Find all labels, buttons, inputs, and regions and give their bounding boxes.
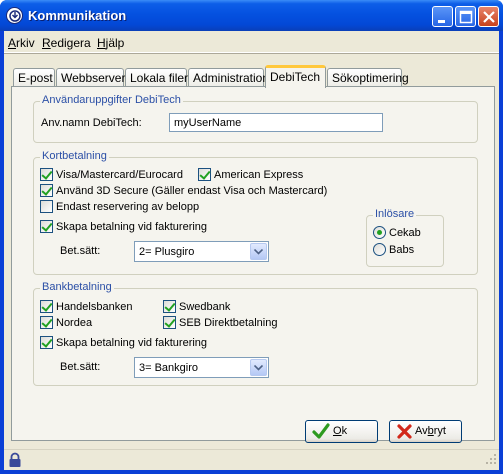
handelsbanken-label: Handelsbanken	[56, 301, 133, 313]
application-window: Kommunikation Arkiv Redigera Hjälp E-pos…	[0, 0, 503, 474]
username-input[interactable]: myUserName	[169, 113, 383, 132]
user-group-title: Användaruppgifter DebiTech	[40, 94, 183, 106]
close-icon	[483, 11, 495, 23]
babs-label: Babs	[389, 244, 415, 256]
menu-bar: Arkiv Redigera Hjälp	[4, 31, 499, 53]
chevron-down-icon[interactable]	[250, 243, 267, 260]
reserve-label: Endast reservering av belopp	[56, 201, 200, 213]
nordea-checkbox[interactable]	[40, 316, 53, 329]
visa-checkbox[interactable]	[40, 168, 53, 181]
acquirer-title: Inlösare	[373, 208, 417, 220]
tab-lokala-filer[interactable]: Lokala filer	[125, 68, 188, 88]
seb-checkbox[interactable]	[163, 316, 176, 329]
user-groupbox: Användaruppgifter DebiTech Anv.namn Debi…	[33, 94, 478, 143]
swedbank-checkbox[interactable]	[163, 300, 176, 313]
menu-arkiv[interactable]: Arkiv	[8, 36, 35, 50]
window-client-area: Arkiv Redigera Hjälp E-post Webbserver L…	[4, 31, 499, 470]
tab-e-post[interactable]: E-post	[13, 68, 55, 88]
lock-icon	[8, 452, 22, 471]
card-method-value: 2= Plusgiro	[139, 246, 195, 258]
visa-label: Visa/Mastercard/Eurocard	[56, 169, 183, 181]
cross-icon	[396, 423, 413, 443]
bank-create-payment-checkbox[interactable]	[40, 336, 53, 349]
tab-webbserver[interactable]: Webbserver	[56, 68, 125, 88]
close-button[interactable]	[478, 6, 499, 27]
menu-redigera[interactable]: Redigera	[42, 36, 91, 50]
bank-method-value: 3= Bankgiro	[139, 362, 199, 374]
minimize-icon	[438, 20, 445, 23]
reserve-checkbox[interactable]	[40, 200, 53, 213]
cancel-label: Avbryt	[415, 425, 446, 437]
minimize-button[interactable]	[432, 6, 453, 27]
card-payment-groupbox: Kortbetalning Visa/Mastercard/Eurocard A…	[33, 150, 478, 275]
window-title: Kommunikation	[28, 8, 127, 23]
secure3d-label: Använd 3D Secure (Gäller endast Visa och…	[56, 185, 328, 197]
bank-method-select[interactable]: 3= Bankgiro	[134, 357, 269, 378]
title-bar[interactable]: Kommunikation	[0, 0, 503, 31]
cancel-button[interactable]: Avbryt	[389, 420, 462, 443]
debitech-tab-panel: Användaruppgifter DebiTech Anv.namn Debi…	[11, 86, 495, 441]
card-payment-title: Kortbetalning	[40, 150, 109, 162]
chevron-down-icon[interactable]	[250, 359, 267, 376]
cekab-radio[interactable]	[373, 226, 386, 239]
bank-payment-groupbox: Bankbetalning Handelsbanken Swedbank Nor…	[33, 281, 478, 386]
bank-payment-title: Bankbetalning	[40, 281, 114, 293]
acquirer-groupbox: Inlösare Cekab Babs	[366, 208, 444, 267]
ok-label: Ok	[333, 425, 348, 437]
ok-button[interactable]: Ok	[305, 420, 378, 443]
seb-label: SEB Direktbetalning	[179, 317, 278, 329]
menu-hjalp[interactable]: Hjälp	[97, 36, 124, 50]
maximize-button[interactable]	[455, 6, 476, 27]
checkmark-icon	[312, 423, 330, 443]
tab-administration[interactable]: Administration	[188, 68, 269, 88]
card-create-payment-checkbox[interactable]	[40, 220, 53, 233]
tab-sokoptimering[interactable]: Sökoptimering	[327, 68, 409, 88]
amex-checkbox[interactable]	[198, 168, 211, 181]
cekab-label: Cekab	[389, 227, 421, 239]
babs-radio[interactable]	[373, 243, 386, 256]
tab-debitech[interactable]: DebiTech	[265, 65, 326, 88]
status-bar	[4, 449, 499, 470]
card-method-label: Bet.sätt:	[60, 245, 101, 257]
swedbank-label: Swedbank	[179, 301, 231, 313]
app-logo-icon[interactable]	[6, 7, 23, 24]
nordea-label: Nordea	[56, 317, 93, 329]
bank-create-payment-label: Skapa betalning vid fakturering	[56, 337, 208, 349]
resize-grip-icon[interactable]	[485, 453, 497, 468]
card-create-payment-label: Skapa betalning vid fakturering	[56, 221, 208, 233]
bank-method-label: Bet.sätt:	[60, 361, 101, 373]
amex-label: American Express	[214, 169, 304, 181]
handelsbanken-checkbox[interactable]	[40, 300, 53, 313]
username-label: Anv.namn DebiTech:	[41, 117, 142, 129]
secure3d-checkbox[interactable]	[40, 184, 53, 197]
card-method-select[interactable]: 2= Plusgiro	[134, 241, 269, 262]
